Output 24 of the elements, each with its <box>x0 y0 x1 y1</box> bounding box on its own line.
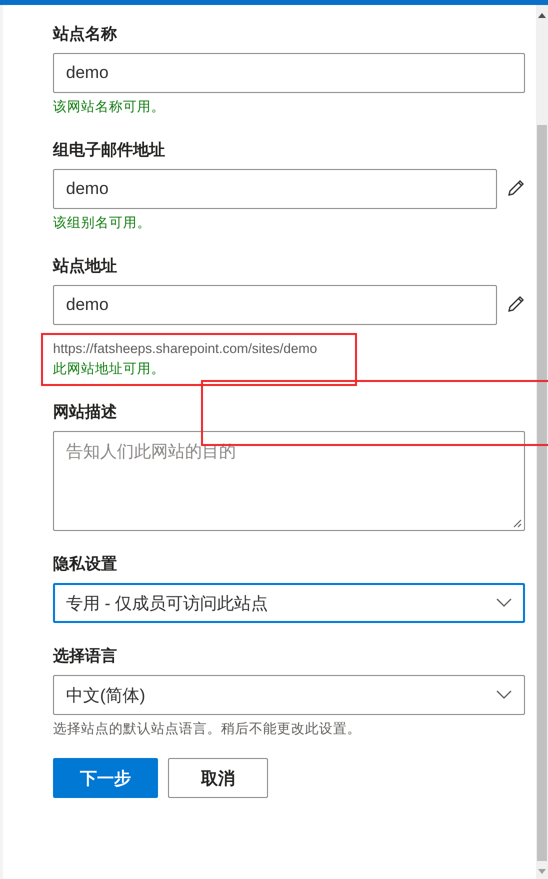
dropdown[interactable]: 专用 - 仅成员可访问此站点 <box>53 583 525 623</box>
field-label: 隐私设置 <box>53 554 118 575</box>
scrollbar[interactable] <box>536 5 548 879</box>
field-label: 选择语言 <box>53 646 118 667</box>
text-field[interactable]: demo <box>53 169 497 209</box>
dropdown[interactable]: 中文(简体) <box>53 675 525 715</box>
text-field[interactable]: demo <box>53 285 497 325</box>
field-label: 站点名称 <box>53 24 118 45</box>
status-message: 此网站地址可用。 <box>53 360 166 378</box>
field-label: 组电子邮件地址 <box>53 140 166 161</box>
status-message: 该组别名可用。 <box>53 214 152 232</box>
helper-text: https://fatsheeps.sharepoint.com/sites/demo <box>53 340 318 358</box>
field-label: 网站描述 <box>53 402 118 423</box>
cancel-button[interactable]: 取消 <box>168 758 268 798</box>
resize-handle-icon[interactable] <box>513 519 522 528</box>
next-button[interactable]: 下一步 <box>53 758 158 798</box>
text-field[interactable]: demo <box>53 53 525 93</box>
pencil-icon[interactable] <box>507 179 525 199</box>
pencil-icon[interactable] <box>507 295 525 315</box>
field-label: 站点地址 <box>53 256 118 277</box>
chevron-down-icon <box>496 598 512 608</box>
chevron-down-icon <box>496 690 512 700</box>
helper-text: 选择站点的默认站点语言。稍后不能更改此设置。 <box>53 720 362 738</box>
status-message: 该网站名称可用。 <box>53 98 166 116</box>
